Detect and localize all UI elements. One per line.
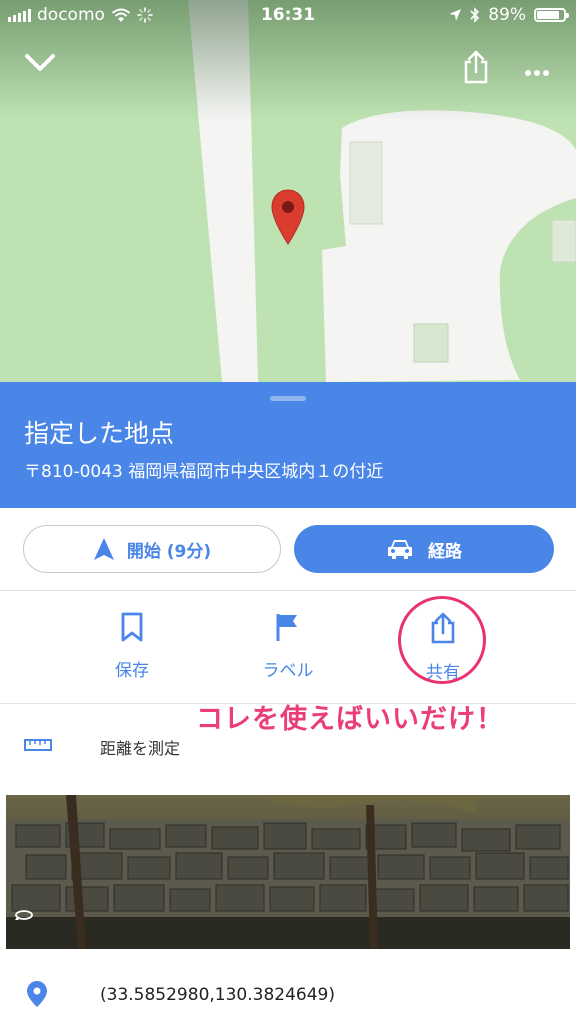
navigation-arrow-icon: [93, 538, 114, 560]
bookmark-icon: [121, 612, 143, 642]
start-navigation-button[interactable]: 開始 (9分): [23, 525, 281, 573]
more-options-icon[interactable]: [524, 62, 550, 81]
annotation-text: コレを使えばいいだけ！: [196, 704, 504, 735]
map-pin-icon: [270, 188, 306, 250]
divider: [0, 590, 576, 591]
start-button-label: 開始 (9分): [126, 541, 212, 562]
highlight-circle: [398, 596, 486, 684]
save-button[interactable]: 保存: [72, 612, 192, 681]
location-arrow-icon: [449, 9, 462, 21]
place-address: 〒810-0043 福岡県福岡市中央区城内１の付近: [24, 462, 384, 482]
street-view-thumbnail[interactable]: [6, 795, 570, 949]
drag-handle[interactable]: [270, 396, 306, 401]
place-title: 指定した地点: [24, 419, 175, 448]
location-pin-icon: [26, 980, 48, 1012]
share-icon[interactable]: [462, 50, 490, 88]
directions-button-label: 経路: [428, 541, 462, 562]
directions-button[interactable]: 経路: [294, 525, 554, 573]
battery-icon: [534, 8, 569, 22]
label-label: ラベル: [262, 661, 314, 681]
bluetooth-icon: [470, 7, 480, 23]
car-icon: [388, 540, 412, 559]
coordinates-text[interactable]: (33.5852980,130.3824649): [100, 985, 335, 1005]
status-bar: docomo 16:31 89%: [0, 0, 576, 32]
save-label: 保存: [115, 661, 149, 681]
flag-icon: [276, 614, 297, 641]
stone-wall-image: [6, 795, 570, 949]
battery-percent: 89%: [488, 5, 526, 25]
measure-distance-label[interactable]: 距離を測定: [100, 735, 180, 759]
ruler-icon: [24, 737, 52, 756]
label-button[interactable]: ラベル: [228, 612, 348, 681]
map-view[interactable]: [0, 0, 576, 382]
360-rotate-icon: [14, 907, 34, 926]
collapse-chevron-icon[interactable]: [24, 52, 56, 78]
